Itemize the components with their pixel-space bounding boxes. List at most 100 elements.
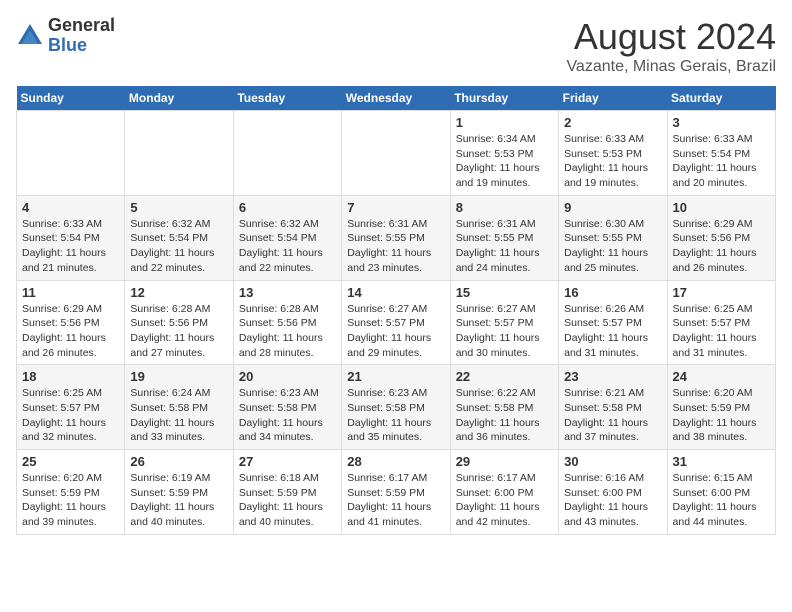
day-number: 6 [239,200,336,215]
weekday-header-saturday: Saturday [667,86,775,111]
calendar-cell [342,111,450,196]
calendar-cell: 29 Sunrise: 6:17 AMSunset: 6:00 PMDayligh… [450,450,558,535]
day-info: Sunrise: 6:33 AMSunset: 5:53 PMDaylight:… [564,132,661,191]
day-number: 2 [564,115,661,130]
day-number: 28 [347,454,444,469]
day-number: 1 [456,115,553,130]
day-info: Sunrise: 6:23 AMSunset: 5:58 PMDaylight:… [239,386,336,445]
logo-text: General Blue [48,16,115,56]
day-number: 30 [564,454,661,469]
day-info: Sunrise: 6:22 AMSunset: 5:58 PMDaylight:… [456,386,553,445]
calendar-cell: 3 Sunrise: 6:33 AMSunset: 5:54 PMDaylight… [667,111,775,196]
day-info: Sunrise: 6:32 AMSunset: 5:54 PMDaylight:… [239,217,336,276]
day-info: Sunrise: 6:15 AMSunset: 6:00 PMDaylight:… [673,471,770,530]
title-block: August 2024 Vazante, Minas Gerais, Brazi… [566,16,776,76]
day-info: Sunrise: 6:17 AMSunset: 5:59 PMDaylight:… [347,471,444,530]
day-info: Sunrise: 6:29 AMSunset: 5:56 PMDaylight:… [22,302,119,361]
calendar-cell: 30 Sunrise: 6:16 AMSunset: 6:00 PMDayligh… [559,450,667,535]
calendar-cell: 19 Sunrise: 6:24 AMSunset: 5:58 PMDayligh… [125,365,233,450]
calendar-cell: 25 Sunrise: 6:20 AMSunset: 5:59 PMDayligh… [17,450,125,535]
weekday-header-row: SundayMondayTuesdayWednesdayThursdayFrid… [17,86,776,111]
calendar-cell: 12Sunrise: 6:28 AMSunset: 5:56 PMDayligh… [125,280,233,365]
calendar-cell: 31 Sunrise: 6:15 AMSunset: 6:00 PMDayligh… [667,450,775,535]
calendar-cell: 16 Sunrise: 6:26 AMSunset: 5:57 PMDayligh… [559,280,667,365]
day-number: 5 [130,200,227,215]
day-number: 20 [239,369,336,384]
day-info: Sunrise: 6:33 AMSunset: 5:54 PMDaylight:… [22,217,119,276]
day-info: Sunrise: 6:18 AMSunset: 5:59 PMDaylight:… [239,471,336,530]
calendar-cell: 23 Sunrise: 6:21 AMSunset: 5:58 PMDayligh… [559,365,667,450]
weekday-header-thursday: Thursday [450,86,558,111]
calendar-cell [17,111,125,196]
day-info: Sunrise: 6:23 AMSunset: 5:58 PMDaylight:… [347,386,444,445]
day-info: Sunrise: 6:34 AMSunset: 5:53 PMDaylight:… [456,132,553,191]
day-number: 4 [22,200,119,215]
day-number: 11 [22,285,119,300]
calendar-cell: 21 Sunrise: 6:23 AMSunset: 5:58 PMDayligh… [342,365,450,450]
day-info: Sunrise: 6:27 AMSunset: 5:57 PMDaylight:… [456,302,553,361]
weekday-header-sunday: Sunday [17,86,125,111]
day-number: 3 [673,115,770,130]
logo-icon [16,22,44,50]
day-number: 19 [130,369,227,384]
calendar-cell: 14Sunrise: 6:27 AMSunset: 5:57 PMDayligh… [342,280,450,365]
day-number: 22 [456,369,553,384]
day-info: Sunrise: 6:26 AMSunset: 5:57 PMDaylight:… [564,302,661,361]
day-number: 16 [564,285,661,300]
day-number: 24 [673,369,770,384]
calendar-cell: 26 Sunrise: 6:19 AMSunset: 5:59 PMDayligh… [125,450,233,535]
calendar-week-row: 1 Sunrise: 6:34 AMSunset: 5:53 PMDaylight… [17,111,776,196]
calendar-week-row: 4 Sunrise: 6:33 AMSunset: 5:54 PMDaylight… [17,195,776,280]
day-info: Sunrise: 6:20 AMSunset: 5:59 PMDaylight:… [22,471,119,530]
day-info: Sunrise: 6:31 AMSunset: 5:55 PMDaylight:… [456,217,553,276]
day-info: Sunrise: 6:25 AMSunset: 5:57 PMDaylight:… [22,386,119,445]
calendar-cell: 24 Sunrise: 6:20 AMSunset: 5:59 PMDayligh… [667,365,775,450]
logo: General Blue [16,16,115,56]
calendar-cell: 18 Sunrise: 6:25 AMSunset: 5:57 PMDayligh… [17,365,125,450]
day-number: 25 [22,454,119,469]
calendar-cell: 28 Sunrise: 6:17 AMSunset: 5:59 PMDayligh… [342,450,450,535]
weekday-header-friday: Friday [559,86,667,111]
day-number: 18 [22,369,119,384]
day-number: 31 [673,454,770,469]
day-info: Sunrise: 6:27 AMSunset: 5:57 PMDaylight:… [347,302,444,361]
day-number: 21 [347,369,444,384]
location-subtitle: Vazante, Minas Gerais, Brazil [566,58,776,76]
day-info: Sunrise: 6:16 AMSunset: 6:00 PMDaylight:… [564,471,661,530]
day-number: 17 [673,285,770,300]
calendar-cell: 2 Sunrise: 6:33 AMSunset: 5:53 PMDaylight… [559,111,667,196]
day-info: Sunrise: 6:24 AMSunset: 5:58 PMDaylight:… [130,386,227,445]
calendar-cell: 20 Sunrise: 6:23 AMSunset: 5:58 PMDayligh… [233,365,341,450]
day-number: 23 [564,369,661,384]
day-info: Sunrise: 6:19 AMSunset: 5:59 PMDaylight:… [130,471,227,530]
weekday-header-monday: Monday [125,86,233,111]
calendar-cell: 8 Sunrise: 6:31 AMSunset: 5:55 PMDaylight… [450,195,558,280]
weekday-header-wednesday: Wednesday [342,86,450,111]
day-number: 8 [456,200,553,215]
day-info: Sunrise: 6:30 AMSunset: 5:55 PMDaylight:… [564,217,661,276]
calendar-cell: 13Sunrise: 6:28 AMSunset: 5:56 PMDayligh… [233,280,341,365]
calendar-cell: 11 Sunrise: 6:29 AMSunset: 5:56 PMDayligh… [17,280,125,365]
day-number: 26 [130,454,227,469]
day-number: 9 [564,200,661,215]
day-info: Sunrise: 6:29 AMSunset: 5:56 PMDaylight:… [673,217,770,276]
day-info: Sunrise: 6:28 AMSunset: 5:56 PMDaylight:… [239,302,336,361]
day-info: Sunrise: 6:33 AMSunset: 5:54 PMDaylight:… [673,132,770,191]
calendar-cell [233,111,341,196]
day-number: 7 [347,200,444,215]
calendar-cell: 27Sunrise: 6:18 AMSunset: 5:59 PMDayligh… [233,450,341,535]
calendar-cell: 9 Sunrise: 6:30 AMSunset: 5:55 PMDaylight… [559,195,667,280]
day-info: Sunrise: 6:21 AMSunset: 5:58 PMDaylight:… [564,386,661,445]
calendar-cell: 22 Sunrise: 6:22 AMSunset: 5:58 PMDayligh… [450,365,558,450]
day-info: Sunrise: 6:25 AMSunset: 5:57 PMDaylight:… [673,302,770,361]
day-info: Sunrise: 6:20 AMSunset: 5:59 PMDaylight:… [673,386,770,445]
day-number: 15 [456,285,553,300]
weekday-header-tuesday: Tuesday [233,86,341,111]
month-title: August 2024 [566,16,776,58]
calendar-cell: 5 Sunrise: 6:32 AMSunset: 5:54 PMDaylight… [125,195,233,280]
day-number: 29 [456,454,553,469]
day-info: Sunrise: 6:32 AMSunset: 5:54 PMDaylight:… [130,217,227,276]
day-info: Sunrise: 6:17 AMSunset: 6:00 PMDaylight:… [456,471,553,530]
calendar-cell: 7Sunrise: 6:31 AMSunset: 5:55 PMDaylight… [342,195,450,280]
calendar-week-row: 25 Sunrise: 6:20 AMSunset: 5:59 PMDayligh… [17,450,776,535]
